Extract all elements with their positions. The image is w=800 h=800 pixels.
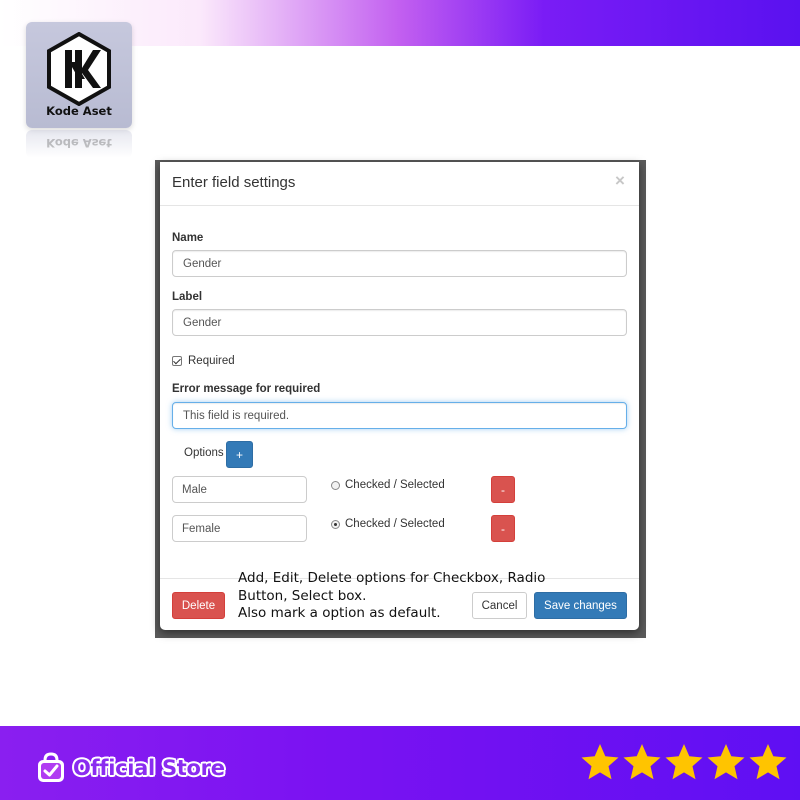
field-settings-dialog: Enter field settings × Name Label Requir… bbox=[160, 162, 639, 630]
official-store-badge: Official Store bbox=[36, 752, 225, 784]
close-icon[interactable]: × bbox=[615, 171, 625, 191]
radio-unchecked-icon[interactable] bbox=[331, 480, 340, 490]
star-icon bbox=[623, 744, 661, 780]
option-input-female[interactable] bbox=[172, 515, 307, 542]
delete-button[interactable]: Delete bbox=[172, 592, 225, 619]
remove-option-button-male[interactable]: - bbox=[491, 476, 515, 503]
option-default-radio-male[interactable]: Checked / Selected bbox=[331, 479, 445, 491]
remove-option-button-female[interactable]: - bbox=[491, 515, 515, 542]
dialog-title: Enter field settings bbox=[172, 174, 296, 191]
add-option-button[interactable]: + bbox=[226, 441, 253, 468]
logo-reflection: Kode Aset bbox=[26, 130, 132, 158]
official-store-label: Official Store bbox=[73, 756, 225, 780]
label-label: Label bbox=[172, 291, 203, 303]
kode-aset-logo-icon bbox=[47, 32, 111, 106]
star-icon bbox=[707, 744, 745, 780]
logo-reflection-text: Kode Aset bbox=[46, 136, 112, 150]
options-label: Options bbox=[184, 447, 224, 459]
star-icon bbox=[581, 744, 619, 780]
radio-label: Checked / Selected bbox=[345, 479, 445, 491]
required-checkbox[interactable] bbox=[172, 356, 182, 366]
logo-text: Kode Aset bbox=[46, 104, 112, 118]
required-checkbox-row[interactable]: Required bbox=[172, 355, 235, 367]
radio-checked-icon[interactable] bbox=[331, 519, 340, 529]
star-icon bbox=[749, 744, 787, 780]
caption-line-2: Button, Select box. bbox=[238, 587, 367, 604]
required-label: Required bbox=[188, 355, 235, 367]
feature-caption: Add, Edit, Delete options for Checkbox, … bbox=[238, 570, 583, 623]
name-label: Name bbox=[172, 232, 204, 244]
caption-line-3: Also mark a option as default. bbox=[238, 605, 441, 621]
error-message-input[interactable] bbox=[172, 402, 627, 429]
name-input[interactable] bbox=[172, 250, 627, 277]
option-default-radio-female[interactable]: Checked / Selected bbox=[331, 518, 445, 530]
caption-line-1: Add, Edit, Delete options for Checkbox, … bbox=[238, 570, 546, 586]
radio-label: Checked / Selected bbox=[345, 518, 445, 530]
shopping-bag-check-icon bbox=[38, 752, 64, 782]
label-input[interactable] bbox=[172, 309, 627, 336]
option-input-male[interactable] bbox=[172, 476, 307, 503]
dialog-header: Enter field settings × bbox=[160, 162, 639, 206]
rating-stars bbox=[580, 742, 790, 782]
star-icon bbox=[665, 744, 703, 780]
error-message-label: Error message for required bbox=[172, 383, 321, 395]
brand-logo: Kode Aset bbox=[26, 22, 132, 128]
